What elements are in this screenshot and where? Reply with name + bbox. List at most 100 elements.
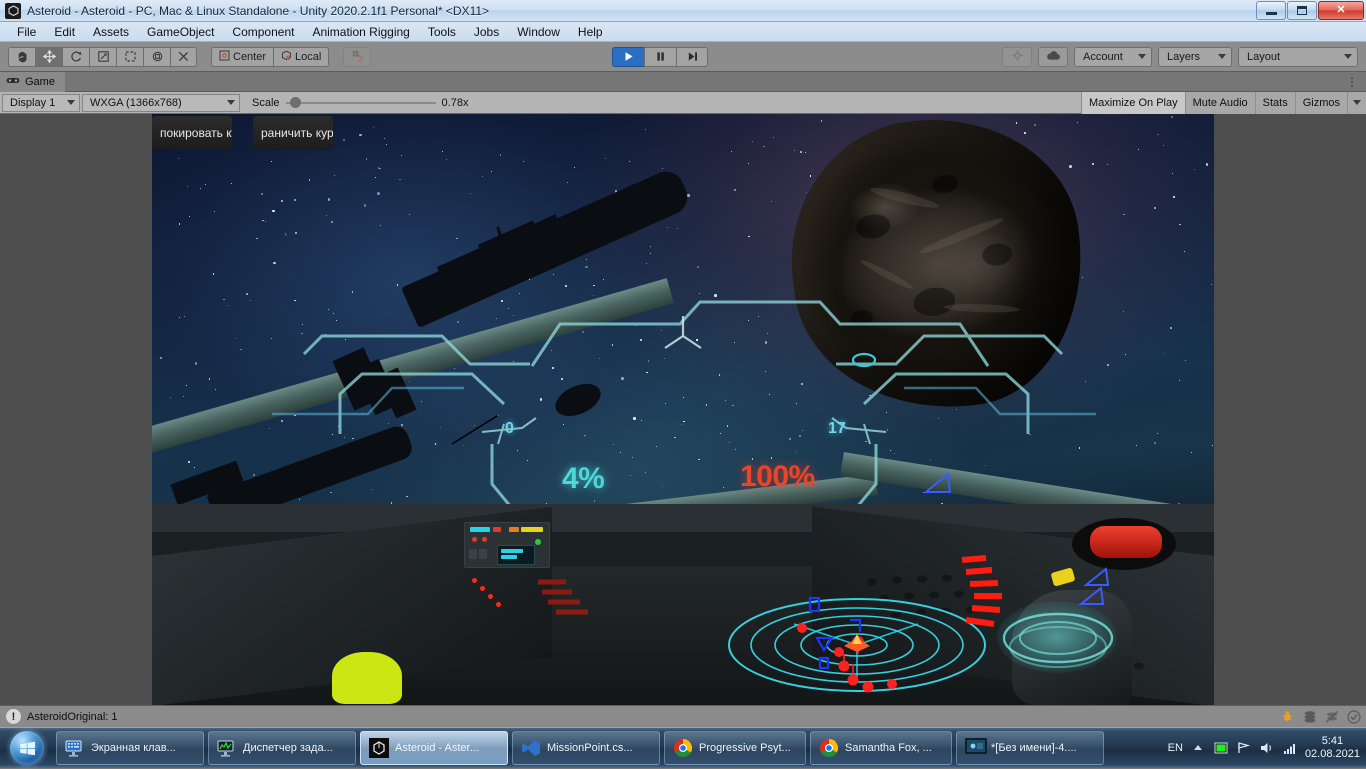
taskbar-item-visual-studio[interactable]: MissionPoint.cs...	[512, 731, 660, 765]
step-button[interactable]	[676, 46, 708, 67]
close-button[interactable]: ✕	[1318, 1, 1364, 20]
pivot-mode-label: Center	[233, 50, 267, 63]
stats-toggle[interactable]: Stats	[1254, 91, 1295, 114]
menu-item-component[interactable]: Component	[223, 23, 303, 41]
taskbar-item-task-manager[interactable]: Диспетчер зада...	[208, 731, 356, 765]
chevron-down-icon	[1218, 54, 1226, 59]
display-dropdown[interactable]: Display 1	[2, 93, 80, 112]
clock[interactable]: 5:41 02.08.2021	[1305, 735, 1360, 761]
scale-value: 0.78x	[441, 96, 469, 109]
scale-tool-button[interactable]	[89, 46, 116, 67]
window-controls: ✕	[1256, 1, 1364, 20]
collab-button[interactable]	[1002, 46, 1032, 67]
slider-knob[interactable]	[289, 97, 301, 108]
network-signal-icon[interactable]	[1282, 740, 1298, 756]
language-indicator[interactable]: EN	[1168, 742, 1183, 754]
red-console-button-cap	[1090, 526, 1162, 558]
taskbar-item-chrome-1[interactable]: Progressive Psyt...	[664, 731, 806, 765]
menu-item-edit[interactable]: Edit	[45, 23, 84, 41]
minimize-button[interactable]	[1256, 1, 1286, 20]
window-title-bar: Asteroid - Asteroid - PC, Mac & Linux St…	[0, 0, 1366, 22]
left-console-panel	[464, 522, 550, 568]
check-circle-icon[interactable]	[1345, 709, 1362, 725]
play-controls-group	[612, 46, 708, 67]
resolution-dropdown[interactable]: WXGA (1366x768)	[82, 93, 240, 112]
menu-item-animation-rigging[interactable]: Animation Rigging	[303, 23, 418, 41]
task-manager-icon	[217, 738, 237, 758]
gizmos-toggle[interactable]: Gizmos	[1294, 91, 1347, 114]
taskbar-item-label: Progressive Psyt...	[699, 742, 791, 754]
play-icon	[625, 52, 633, 61]
grid-snap-button[interactable]	[343, 46, 372, 67]
unity-icon	[5, 2, 21, 19]
crosshair-reticle	[664, 316, 702, 349]
layers-label: Layers	[1167, 50, 1201, 63]
menu-item-help[interactable]: Help	[569, 23, 612, 41]
layers-dropdown[interactable]: Layers	[1158, 46, 1232, 67]
no-stack-icon[interactable]	[1323, 709, 1340, 725]
menu-item-gameobject[interactable]: GameObject	[138, 23, 223, 41]
handle-local-icon	[281, 50, 292, 64]
hand-icon	[16, 50, 29, 63]
maximize-on-play-toggle[interactable]: Maximize On Play	[1080, 91, 1185, 114]
start-button[interactable]	[2, 729, 52, 767]
account-dropdown[interactable]: Account	[1074, 46, 1152, 67]
transform-tool-button[interactable]	[143, 46, 170, 67]
taskbar-item-label: Samantha Fox, ...	[845, 742, 932, 754]
rotate-tool-button[interactable]	[62, 46, 89, 67]
scale-slider[interactable]	[285, 97, 436, 109]
warning-icon: !	[6, 709, 21, 724]
rect-icon	[124, 50, 137, 63]
account-label: Account	[1083, 50, 1123, 63]
taskbar-item-media[interactable]: *[Без имени]-4....	[956, 731, 1104, 765]
grid-snap-icon	[351, 49, 364, 65]
game-ui-button-1[interactable]: покировать кур	[152, 116, 232, 150]
game-view-render[interactable]: покировать кур раничить курс	[152, 114, 1214, 705]
maximize-button[interactable]	[1287, 1, 1317, 20]
custom-tool-button[interactable]	[170, 46, 197, 67]
hud-left-value: 0	[505, 420, 514, 437]
menu-item-file[interactable]: File	[8, 23, 45, 41]
collab-icon	[1011, 49, 1024, 65]
stack-icon[interactable]	[1301, 709, 1318, 725]
chevron-down-icon	[227, 100, 235, 105]
chevron-down-icon	[1344, 54, 1352, 59]
show-hidden-icons-icon[interactable]	[1190, 740, 1206, 756]
gizmos-dropdown[interactable]	[1347, 91, 1366, 114]
pivot-mode-button[interactable]: Center	[211, 46, 274, 67]
kebab-menu-icon[interactable]: ⋮	[1346, 76, 1358, 88]
rotate-icon	[70, 50, 83, 63]
wrench-icon	[177, 50, 190, 63]
menu-item-jobs[interactable]: Jobs	[465, 23, 508, 41]
action-center-flag-icon[interactable]	[1236, 740, 1252, 756]
menu-item-tools[interactable]: Tools	[419, 23, 465, 41]
windows-taskbar: Экранная клав... Диспетчер зада... Aster…	[0, 727, 1366, 768]
move-tool-button[interactable]	[35, 46, 62, 67]
cloud-button[interactable]	[1038, 46, 1068, 67]
onscreen-keyboard-icon	[65, 738, 85, 758]
handle-rotation-button[interactable]: Local	[273, 46, 330, 67]
step-icon	[688, 52, 697, 61]
tab-game[interactable]: Game	[0, 71, 65, 92]
rect-tool-button[interactable]	[116, 46, 143, 67]
windows-orb-icon	[10, 731, 44, 765]
green-monitor-icon[interactable]	[1213, 740, 1229, 756]
asteroid-object	[773, 114, 1101, 428]
volume-icon[interactable]	[1259, 740, 1275, 756]
taskbar-item-onscreen-keyboard[interactable]: Экранная клав...	[56, 731, 204, 765]
play-button[interactable]	[612, 46, 644, 67]
layout-dropdown[interactable]: Layout	[1238, 46, 1358, 67]
red-arc-indicator	[961, 555, 1002, 627]
mute-audio-toggle[interactable]: Mute Audio	[1184, 91, 1255, 114]
menu-item-window[interactable]: Window	[508, 23, 569, 41]
display-label: Display 1	[10, 96, 56, 109]
hand-tool-button[interactable]	[8, 46, 35, 67]
game-ui-button-2[interactable]: раничить курс	[253, 116, 333, 150]
pause-button[interactable]	[644, 46, 676, 67]
taskbar-item-unity[interactable]: Asteroid - Aster...	[360, 731, 508, 765]
menu-item-assets[interactable]: Assets	[84, 23, 138, 41]
window-title: Asteroid - Asteroid - PC, Mac & Linux St…	[27, 3, 490, 18]
gamepad-icon	[6, 76, 20, 88]
taskbar-item-chrome-2[interactable]: Samantha Fox, ...	[810, 731, 952, 765]
debug-bug-icon[interactable]	[1279, 709, 1296, 725]
